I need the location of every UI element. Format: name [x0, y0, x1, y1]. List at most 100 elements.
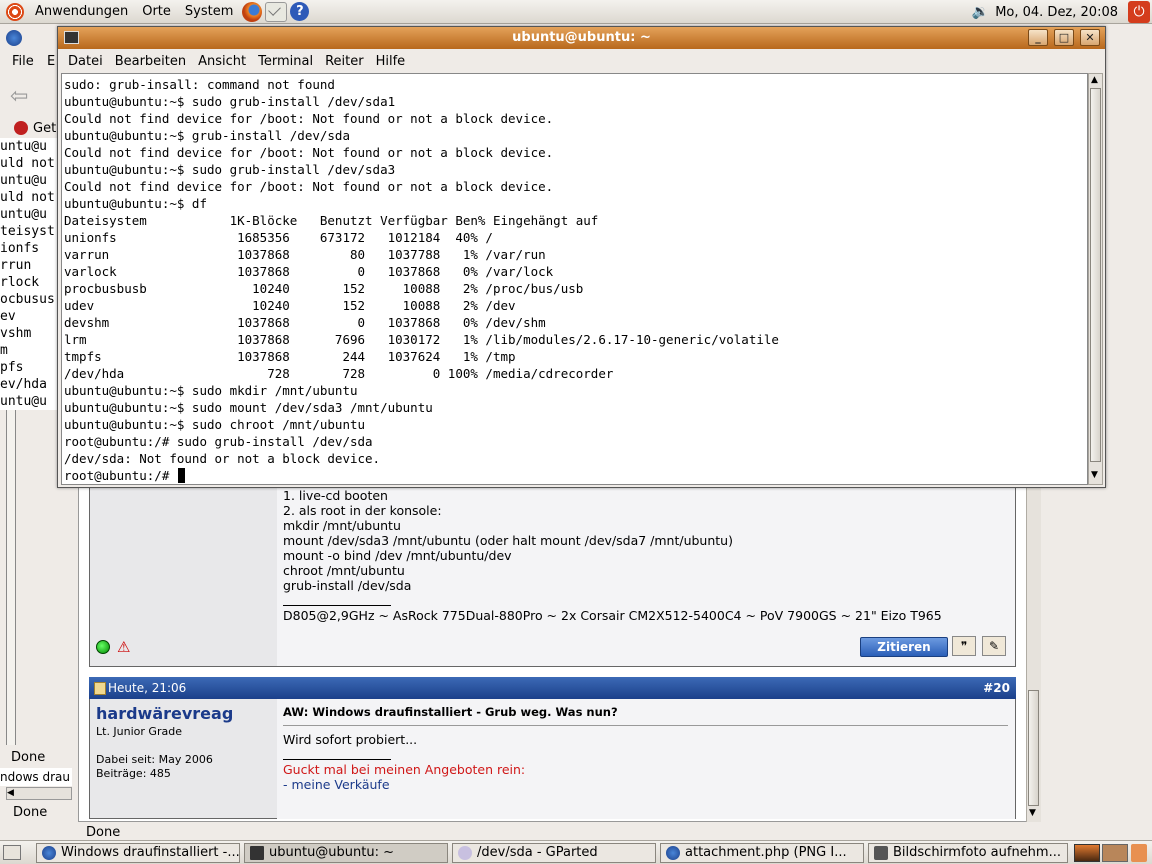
- volume-icon[interactable]: 🔉: [972, 4, 989, 20]
- peek-line: untu@u: [0, 207, 47, 222]
- post-line: chroot /mnt/ubuntu: [283, 563, 405, 578]
- power-icon[interactable]: ⏻: [1128, 1, 1150, 23]
- post-text: Wird sofort probiert...: [283, 732, 418, 747]
- terminal-line: devshm 1037868 0 1037868 0% /dev/shm: [64, 315, 546, 330]
- terminal-line: /dev/sda: Not found or not a block devic…: [64, 451, 381, 466]
- gparted-icon: [458, 846, 472, 860]
- peek-line: uld not: [0, 190, 55, 205]
- task-label: ubuntu@ubuntu: ~: [269, 845, 395, 860]
- peek-line: ionfs: [0, 241, 40, 256]
- menu-places[interactable]: Orte: [135, 4, 178, 19]
- terminal-icon: [250, 846, 264, 860]
- bookmark-get[interactable]: Get: [33, 121, 56, 136]
- menu-ansicht[interactable]: Ansicht: [192, 54, 252, 69]
- show-desktop-icon[interactable]: [3, 845, 21, 860]
- bookmark-icon: [14, 121, 28, 135]
- peek-line: ev: [0, 309, 16, 324]
- camera-icon: [874, 846, 888, 860]
- task-browser[interactable]: Windows draufinstalliert -...: [36, 843, 240, 863]
- terminal-line: ubuntu@ubuntu:~$ grub-install /dev/sda: [64, 128, 350, 143]
- signature-divider: [283, 759, 391, 760]
- author-joined: Dabei seit: May 2006: [96, 753, 213, 766]
- globe-icon: [42, 846, 56, 860]
- back-arrow-icon[interactable]: ⇦: [10, 84, 28, 109]
- task-screenshot[interactable]: Bildschirmfoto aufnehm...: [868, 843, 1068, 863]
- multiquote-icon[interactable]: ❞: [952, 636, 976, 656]
- terminal-line: lrm 1037868 7696 1030172 1% /lib/modules…: [64, 332, 779, 347]
- task-label: attachment.php (PNG I...: [685, 845, 847, 860]
- workspace-2[interactable]: [1102, 844, 1128, 862]
- browser-scrollbar[interactable]: ▼: [1026, 480, 1041, 822]
- menu-hilfe[interactable]: Hilfe: [370, 54, 412, 69]
- terminal-screen[interactable]: sudo: grub-insall: command not found ubu…: [61, 73, 1088, 485]
- post-line: 1. live-cd booten: [283, 488, 388, 503]
- menu-system[interactable]: System: [178, 4, 240, 19]
- terminal-line: Could not find device for /boot: Not fou…: [64, 145, 554, 160]
- post-date: Heute, 21:06: [108, 681, 187, 695]
- terminal-titlebar[interactable]: ubuntu@ubuntu: ~ _ □ ✕: [58, 27, 1105, 49]
- task-label: Windows draufinstalliert -...: [61, 845, 240, 860]
- terminal-line: procbusbusb 10240 152 10088 2% /proc/bus…: [64, 281, 584, 296]
- terminal-line: /dev/hda 728 728 0 100% /media/cdrecorde…: [64, 366, 614, 381]
- peek-line: untu@u: [0, 173, 47, 188]
- peek-line: untu@u: [0, 394, 47, 409]
- post-title-divider: [283, 725, 1008, 726]
- partial-tab[interactable]: ndows drau: [0, 768, 72, 786]
- maximize-icon[interactable]: □: [1054, 29, 1074, 46]
- signature-link[interactable]: - meine Verkäufe: [283, 777, 390, 792]
- terminal-cursor: [177, 468, 185, 483]
- menu-applications[interactable]: Anwendungen: [28, 4, 135, 19]
- task-image-viewer[interactable]: attachment.php (PNG I...: [660, 843, 864, 863]
- online-status-icon: [96, 640, 110, 654]
- menu-terminal[interactable]: Terminal: [252, 54, 319, 69]
- peek-line: uld not: [0, 156, 55, 171]
- help-launcher-icon[interactable]: ?: [290, 2, 310, 21]
- firefox-launcher-icon[interactable]: [242, 1, 263, 22]
- ubuntu-logo-icon: [6, 2, 24, 21]
- terminal-scrollbar[interactable]: ▲ ▼: [1088, 73, 1103, 485]
- terminal-line: Dateisystem 1K-Blöcke Benutzt Verfügbar …: [64, 213, 599, 228]
- menu-datei[interactable]: Datei: [62, 54, 109, 69]
- workspace-1[interactable]: [1074, 844, 1100, 862]
- terminal-line: ubuntu@ubuntu:~$ sudo chroot /mnt/ubuntu: [64, 417, 366, 432]
- trash-icon[interactable]: [1131, 844, 1147, 862]
- terminal-line: ubuntu@ubuntu:~$ sudo mkdir /mnt/ubuntu: [64, 383, 358, 398]
- signature-text: Guckt mal bei meinen Angeboten rein:: [283, 762, 526, 777]
- terminal-line: ubuntu@ubuntu:~$ sudo mount /dev/sda3 /m…: [64, 400, 433, 415]
- mail-launcher-icon[interactable]: [265, 1, 288, 22]
- menu-bearbeiten[interactable]: Bearbeiten: [109, 54, 192, 69]
- minimize-icon[interactable]: _: [1028, 29, 1048, 46]
- scroll-thumb[interactable]: [1028, 690, 1039, 806]
- terminal-prompt: root@ubuntu:/#: [64, 468, 177, 483]
- scroll-thumb[interactable]: [1090, 88, 1101, 462]
- peek-line: pfs: [0, 360, 24, 375]
- scroll-down-arrow-icon[interactable]: ▼: [1029, 808, 1036, 818]
- quote-button[interactable]: Zitieren: [860, 637, 948, 657]
- post-title: AW: Windows draufinstalliert - Grub weg.…: [283, 705, 618, 719]
- browser-menu-edit[interactable]: E: [47, 54, 55, 69]
- menu-reiter[interactable]: Reiter: [319, 54, 370, 69]
- status-text: Done: [11, 750, 46, 765]
- scroll-up-arrow-icon[interactable]: ▲: [1091, 75, 1098, 85]
- terminal-title: ubuntu@ubuntu: ~: [512, 30, 651, 45]
- terminal-line: Could not find device for /boot: Not fou…: [64, 179, 554, 194]
- report-warning-icon[interactable]: ⚠: [117, 638, 130, 656]
- signature-divider: [283, 605, 391, 606]
- close-icon[interactable]: ✕: [1080, 29, 1100, 46]
- peek-line: ev/hda: [0, 377, 47, 392]
- left-scrollbar[interactable]: [6, 410, 16, 745]
- terminal-window-icon[interactable]: [64, 31, 79, 44]
- edit-post-icon[interactable]: ✎: [982, 636, 1006, 656]
- peek-line: ocbusus: [0, 292, 55, 307]
- task-terminal[interactable]: ubuntu@ubuntu: ~: [244, 843, 448, 863]
- clock[interactable]: Mo, 04. Dez, 20:08: [995, 5, 1118, 20]
- bottom-panel: Windows draufinstalliert -... ubuntu@ubu…: [0, 840, 1152, 864]
- h-scrollbar[interactable]: ◀: [6, 787, 72, 800]
- scroll-down-arrow-icon[interactable]: ▼: [1091, 470, 1098, 480]
- post-author[interactable]: hardwärevreag: [96, 704, 233, 723]
- terminal-line: Could not find device for /boot: Not fou…: [64, 111, 554, 126]
- browser-menu-file[interactable]: File: [12, 54, 34, 69]
- top-panel: Anwendungen Orte System ? 🔉 Mo, 04. Dez,…: [0, 0, 1152, 24]
- task-gparted[interactable]: /dev/sda - GParted: [452, 843, 656, 863]
- post-number[interactable]: #20: [983, 681, 1010, 695]
